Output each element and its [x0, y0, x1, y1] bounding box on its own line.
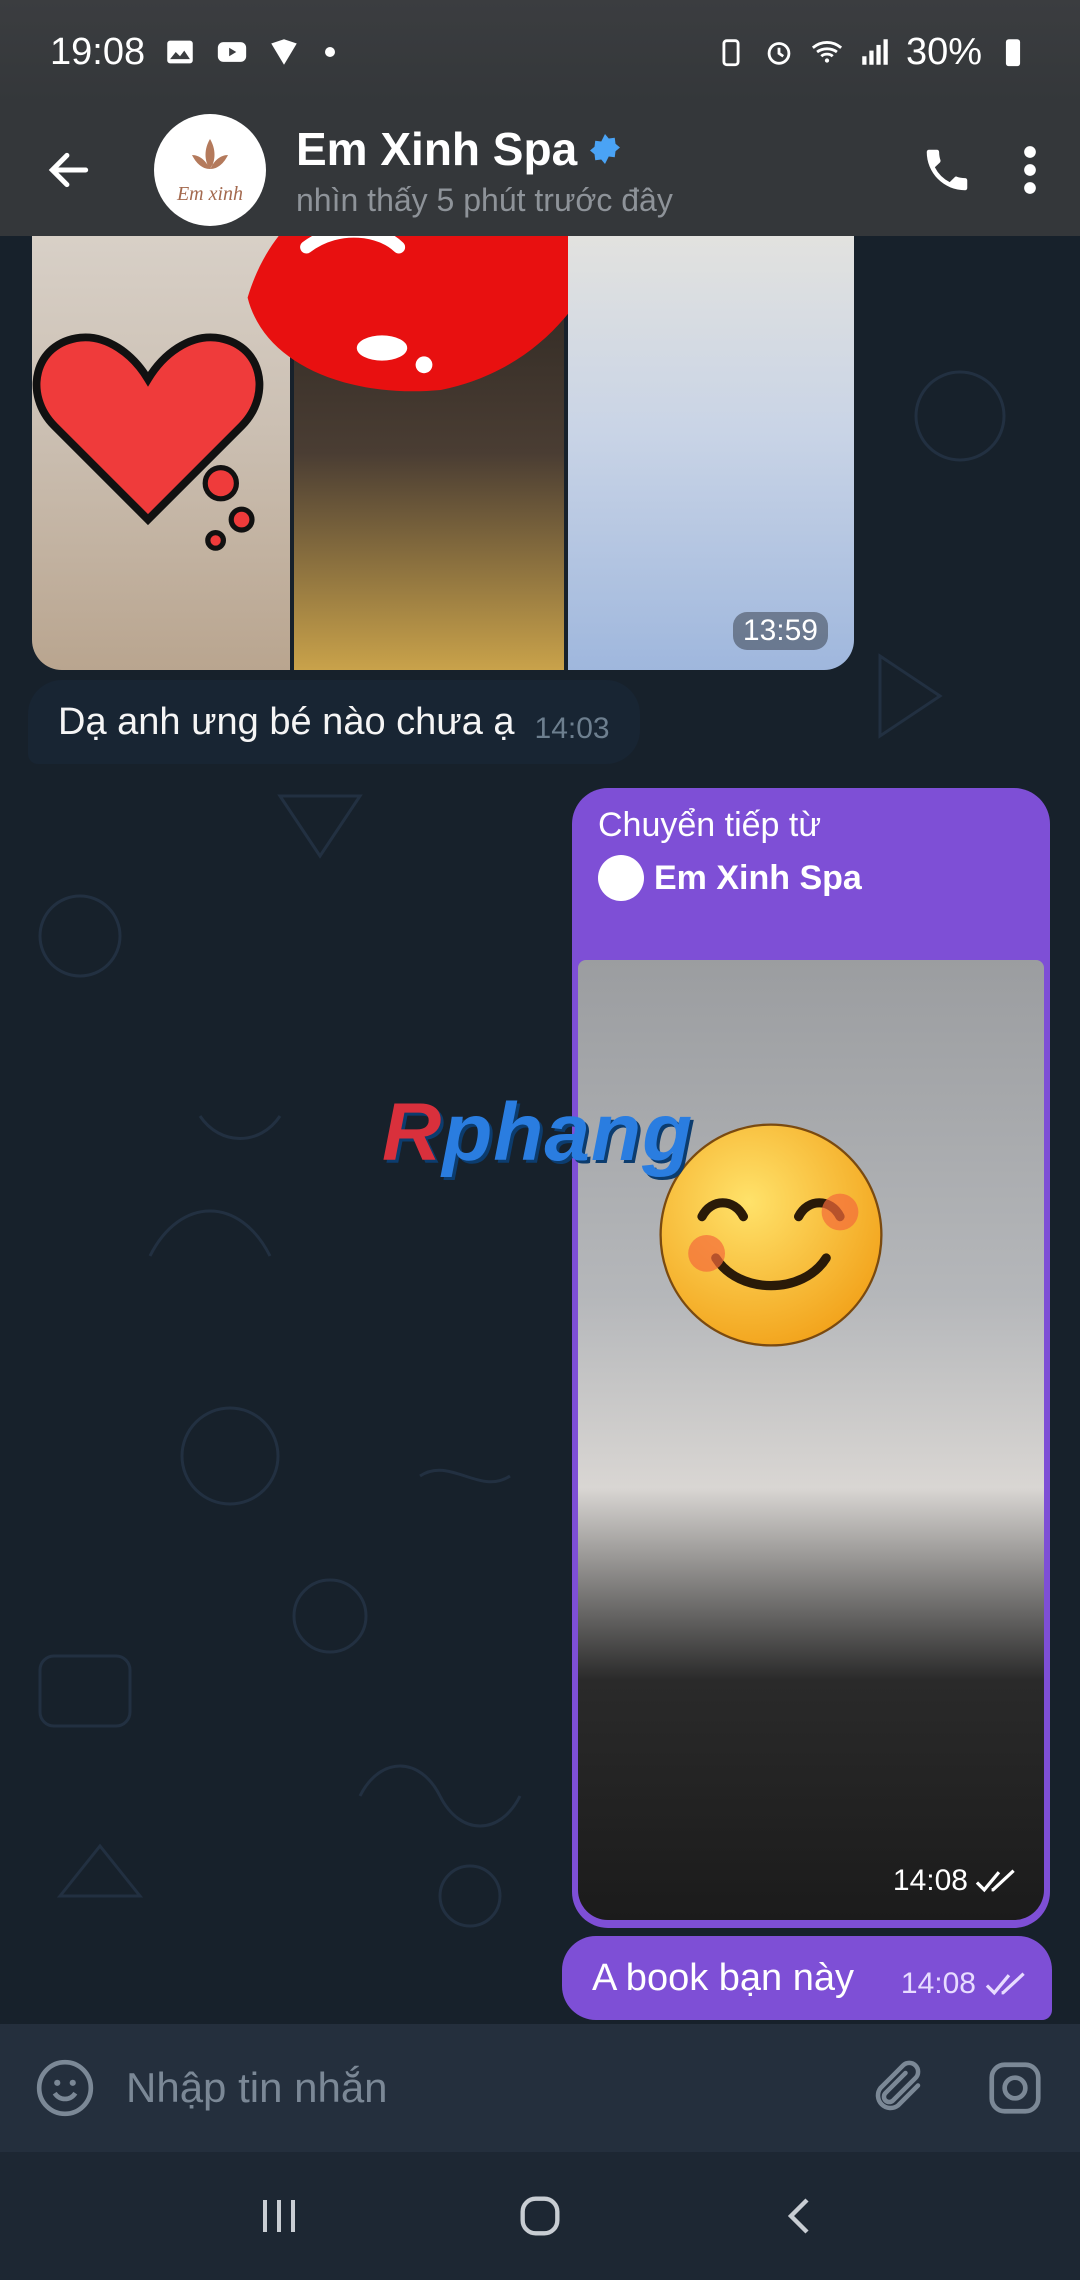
verified-badge-icon: [590, 133, 621, 164]
forwarded-photo-meta: 14:08: [893, 1864, 1018, 1898]
photo-album[interactable]: 13:59: [32, 236, 854, 670]
back-button[interactable]: [14, 104, 124, 236]
forward-source-name: Em Xinh Spa: [654, 858, 862, 897]
last-seen-status: nhìn thấy 5 phút trước đây: [296, 181, 673, 218]
emoji-icon[interactable]: [34, 2057, 96, 2119]
incoming-message-text: Dạ anh ưng bé nào chưa ạ: [58, 700, 515, 743]
camera-icon[interactable]: [984, 2057, 1046, 2119]
battery-icon: [1005, 39, 1021, 67]
home-icon[interactable]: [514, 2190, 566, 2242]
chat-area[interactable]: 13:59 Dạ anh ưng bé nào chưa ạ 14:03 Chu…: [0, 236, 1080, 2024]
attachment-icon[interactable]: [868, 2058, 928, 2118]
double-check-icon: [985, 1972, 1025, 1996]
shield-icon: [271, 39, 297, 65]
outgoing-message-text: A book bạn này: [592, 1956, 854, 1999]
recent-apps-icon[interactable]: [255, 2192, 303, 2240]
status-time: 19:08: [50, 30, 146, 73]
album-photo[interactable]: 13:59: [568, 236, 854, 670]
avatar[interactable]: Em xinh: [154, 114, 266, 226]
watermark-rest: phang: [442, 1087, 694, 1178]
incoming-message-time: 14:03: [534, 712, 610, 745]
incoming-message[interactable]: Dạ anh ưng bé nào chưa ạ 14:03: [28, 680, 640, 764]
back-nav-icon[interactable]: [777, 2192, 825, 2240]
system-nav-bar: [0, 2152, 1080, 2280]
watermark-initial: R: [382, 1087, 443, 1178]
message-input[interactable]: Nhập tin nhắn: [126, 2064, 868, 2112]
signal-icon: [862, 39, 888, 65]
arrow-left-icon: [48, 152, 89, 188]
double-check-icon: [975, 1869, 1015, 1893]
battery-saver-icon: [722, 39, 740, 67]
spa-logo-icon: [192, 138, 228, 169]
forward-source-avatar: [598, 855, 644, 901]
wifi-icon: [811, 41, 843, 63]
forwarded-message[interactable]: Chuyển tiếp từ Em Xinh Spa 14:08: [572, 788, 1050, 1928]
more-options-icon[interactable]: [1020, 143, 1040, 197]
gallery-icon: [167, 40, 193, 64]
chat-header: Em xinh Em Xinh Spa nhìn thấy 5 phút trư…: [0, 104, 1080, 236]
alarm-icon: [767, 42, 791, 65]
chat-title: Em Xinh Spa: [296, 122, 578, 175]
forwarded-photo-time: 14:08: [892, 1864, 968, 1897]
album-photo[interactable]: [247, 236, 609, 670]
outgoing-message[interactable]: A book bạn này 14:08: [562, 1936, 1052, 2020]
album-time: 13:59: [732, 612, 828, 650]
forwarded-label: Chuyển tiếp từ: [598, 806, 822, 844]
notification-dot-icon: [325, 47, 336, 57]
forward-source[interactable]: Em Xinh Spa: [598, 855, 1050, 901]
watermark: Rphang: [382, 1086, 693, 1180]
phone-call-icon[interactable]: [920, 143, 974, 197]
avatar-text: Em xinh: [176, 182, 244, 205]
message-input-bar: Nhập tin nhắn: [0, 2024, 1080, 2152]
outgoing-message-time: 14:08: [900, 1967, 976, 2000]
status-bar: 19:08 30%: [0, 0, 1080, 104]
battery-percent: 30%: [905, 30, 982, 73]
chat-title-block[interactable]: Em Xinh Spa nhìn thấy 5 phút trước đây: [296, 122, 673, 219]
youtube-icon: [217, 42, 247, 62]
